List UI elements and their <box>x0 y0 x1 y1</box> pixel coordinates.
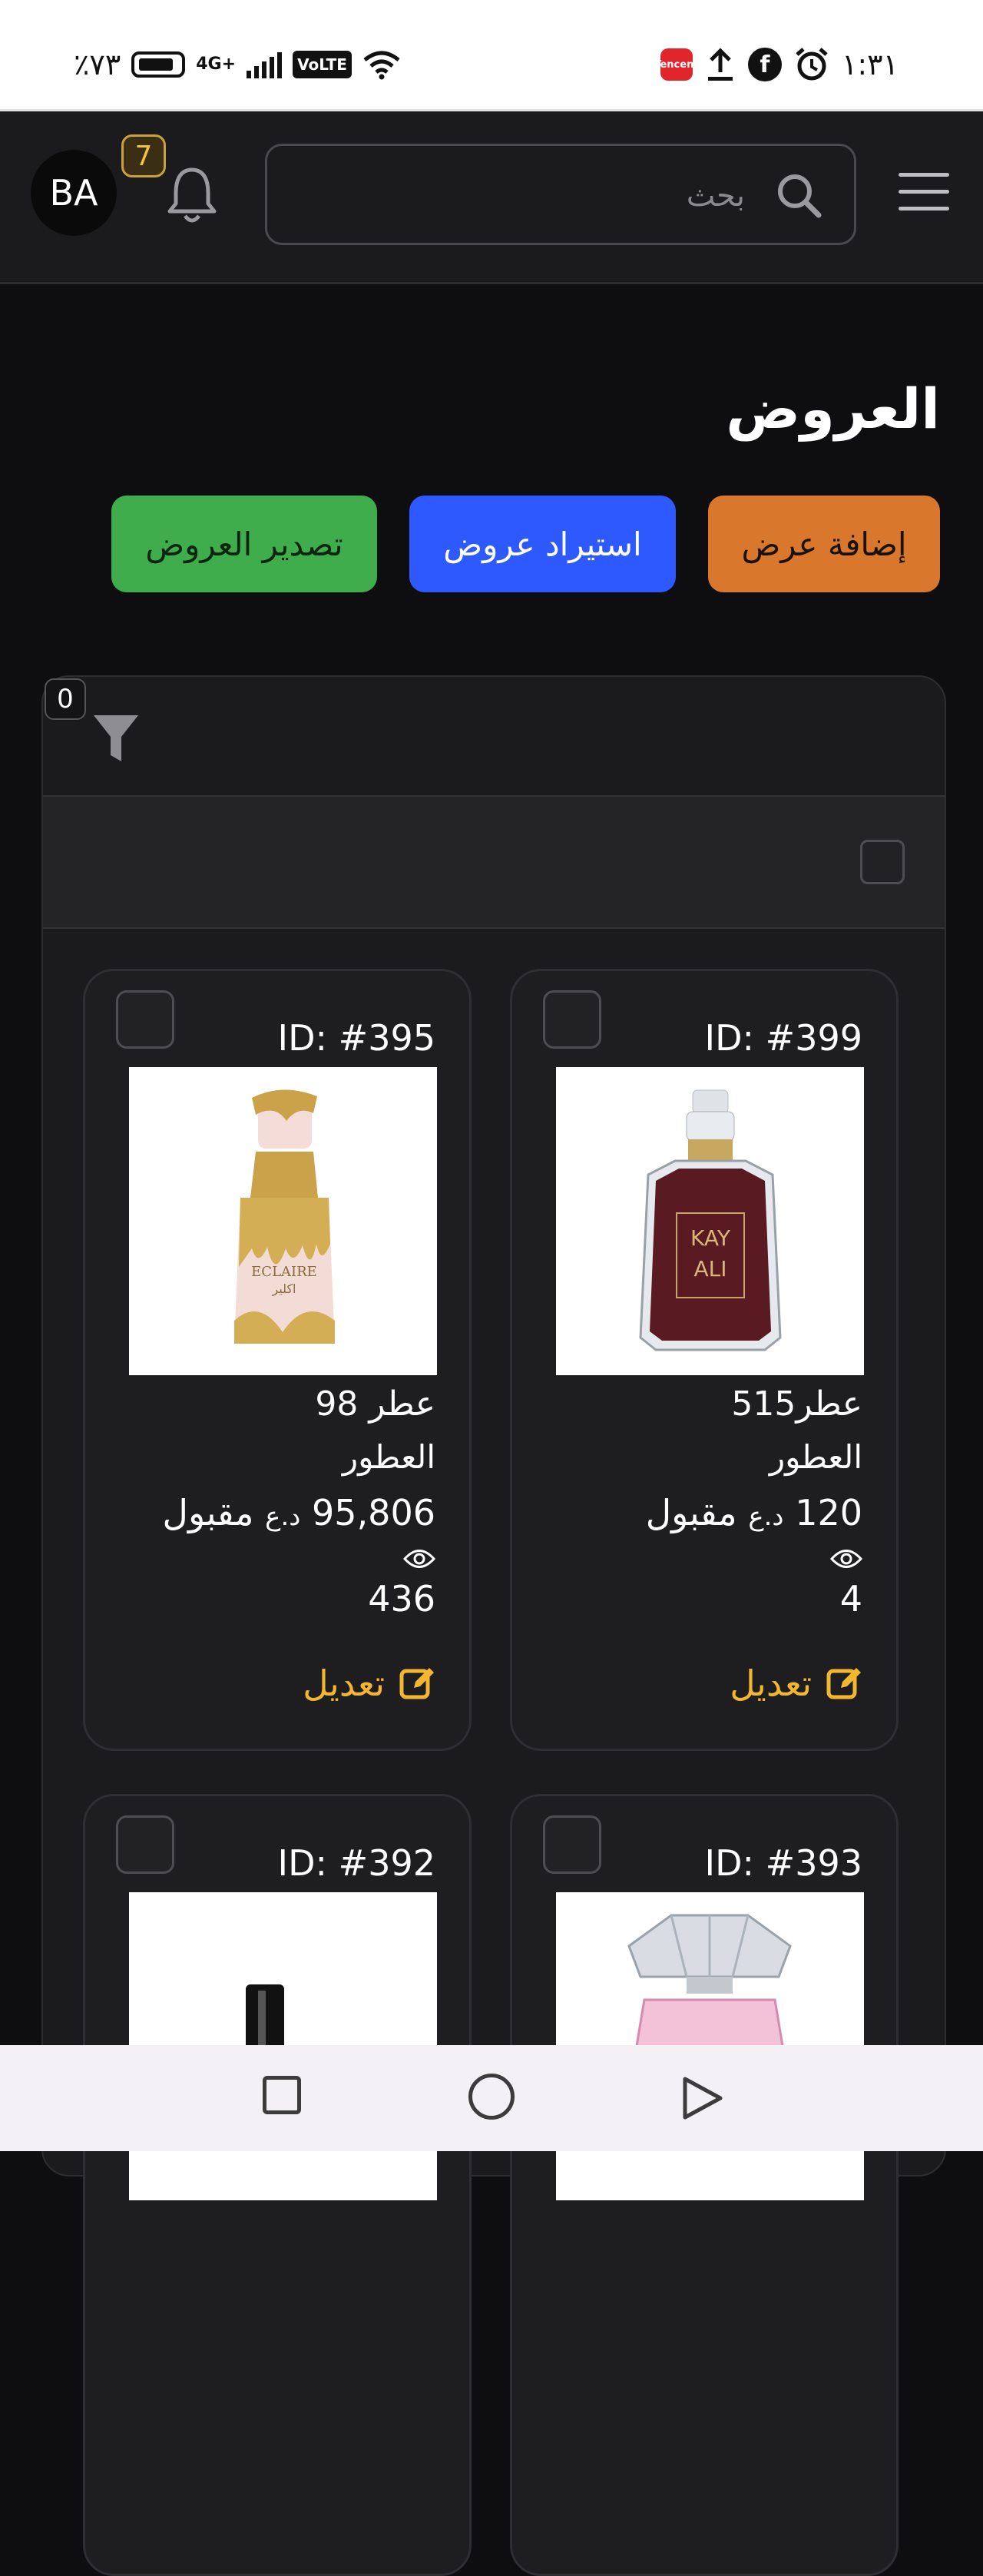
filter-count-badge: 0 <box>45 678 86 720</box>
offer-id: ID: #393 <box>704 1842 862 1884</box>
svg-text:ECLAIRE: ECLAIRE <box>251 1264 317 1280</box>
battery-percent: ٪٧٣ <box>74 48 121 81</box>
signal-icon <box>247 51 283 78</box>
back-button[interactable] <box>679 2074 725 2122</box>
offer-image[interactable]: ECLAIRE اكلير <box>129 1067 437 1375</box>
edit-icon <box>399 1668 434 1699</box>
offer-image[interactable]: KAY ALI <box>556 1067 864 1375</box>
offer-id: ID: #392 <box>277 1842 435 1884</box>
status-right-group: Tencent f ١:٣١ <box>654 37 899 92</box>
card-checkbox[interactable] <box>116 990 174 1049</box>
card-checkbox[interactable] <box>116 1815 174 1874</box>
wifi-icon <box>363 51 400 80</box>
eye-icon <box>830 1550 862 1568</box>
svg-text:KAY: KAY <box>690 1225 731 1251</box>
upload-icon <box>707 48 733 81</box>
hamburger-menu-icon[interactable] <box>899 173 949 213</box>
clock: ١:٣١ <box>841 48 899 81</box>
edit-icon <box>826 1668 861 1699</box>
offer-category: العطور <box>342 1438 435 1476</box>
offer-id: ID: #399 <box>704 1017 862 1059</box>
edit-link[interactable]: تعديل <box>730 1663 862 1704</box>
card-checkbox[interactable] <box>543 1815 601 1874</box>
offer-card: ID: #395 ECLAIRE اكلير عطر 98 العطور 95,… <box>83 969 472 1751</box>
offer-card: ID: #399 KAY ALI عطر515 العطور 120 د.ع م… <box>510 969 899 1751</box>
import-offers-button[interactable]: استيراد عروض <box>409 496 676 592</box>
edit-label: تعديل <box>730 1663 812 1704</box>
system-nav-bar <box>0 2045 983 2151</box>
offer-status: مقبول <box>645 1492 737 1533</box>
select-all-checkbox[interactable] <box>860 840 905 884</box>
offer-card: ID: #393 <box>510 1794 899 2576</box>
edit-link[interactable]: تعديل <box>303 1663 435 1704</box>
alarm-icon <box>796 48 828 81</box>
offer-price: 95,806 د.ع مقبول <box>163 1492 435 1533</box>
currency: د.ع <box>265 1501 301 1532</box>
offer-card: ID: #392 <box>83 1794 472 2576</box>
filter-bar: 0 <box>43 677 945 797</box>
offer-name: عطر 98 <box>315 1384 435 1424</box>
recents-button[interactable] <box>263 2076 301 2114</box>
network-type: 4G+ <box>196 55 237 74</box>
offer-category: العطور <box>769 1438 862 1476</box>
status-left-group: ٪٧٣ 4G+ VoLTE <box>74 37 401 92</box>
svg-text:اكلير: اكلير <box>271 1281 296 1297</box>
export-offers-button[interactable]: تصدير العروض <box>111 496 377 592</box>
bell-icon[interactable] <box>165 164 219 225</box>
card-checkbox[interactable] <box>543 990 601 1049</box>
notification-badge: 7 <box>121 134 166 177</box>
search-box <box>265 144 856 245</box>
tencent-app-icon: Tencent <box>654 48 699 81</box>
filter-icon[interactable] <box>92 712 140 766</box>
price-value: 95,806 <box>312 1492 435 1533</box>
eye-icon <box>403 1550 435 1568</box>
status-bar: ٪٧٣ 4G+ VoLTE Tencent f ١:٣١ <box>0 0 983 111</box>
offer-id: ID: #395 <box>277 1017 435 1059</box>
view-count: 436 <box>368 1578 435 1620</box>
page-title: العروض <box>726 376 940 441</box>
volte-icon: VoLTE <box>293 51 352 78</box>
offers-panel: 0 ID: #399 KAY ALI عطر515 العطور 120 د.ع… <box>41 675 946 2576</box>
offer-name: عطر515 <box>731 1384 862 1424</box>
facebook-icon: f <box>747 48 782 81</box>
select-all-bar <box>43 797 945 929</box>
perfume-eclaire-image: ECLAIRE اكلير <box>129 1067 437 1375</box>
price-value: 120 <box>795 1492 862 1533</box>
svg-text:ALI: ALI <box>693 1256 726 1281</box>
top-header: BA 7 <box>0 111 983 284</box>
offer-price: 120 د.ع مقبول <box>646 1492 862 1533</box>
avatar[interactable]: BA <box>31 150 117 236</box>
search-input[interactable] <box>283 161 746 230</box>
perfume-kayali-image: KAY ALI <box>556 1067 864 1375</box>
edit-label: تعديل <box>303 1663 385 1704</box>
search-icon[interactable] <box>774 171 823 220</box>
offer-status: مقبول <box>162 1492 254 1533</box>
battery-icon <box>131 51 186 78</box>
view-count: 4 <box>839 1578 862 1620</box>
home-button[interactable] <box>468 2074 515 2120</box>
currency: د.ع <box>748 1501 784 1532</box>
add-offer-button[interactable]: إضافة عرض <box>708 496 940 592</box>
